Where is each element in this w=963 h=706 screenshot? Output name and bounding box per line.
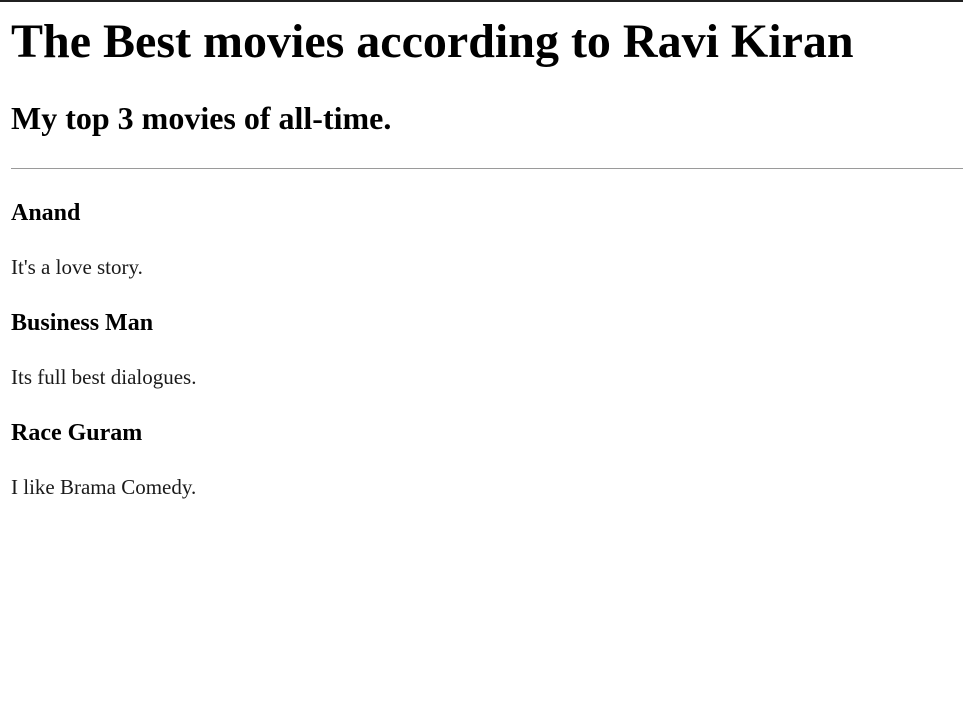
page: The Best movies according to Ravi Kiran … xyxy=(0,0,963,706)
movie-title: Race Guram xyxy=(11,420,143,446)
movie-description: I like Brama Comedy. xyxy=(11,475,197,499)
movie-item: Anand It's a love story. xyxy=(11,169,963,279)
movie-item: Race Guram I like Brama Comedy. xyxy=(11,389,963,499)
page-title: The Best movies according to Ravi Kiran xyxy=(11,15,854,68)
movie-list: Anand It's a love story. Business Man It… xyxy=(11,169,963,499)
movie-description: Its full best dialogues. xyxy=(11,365,197,389)
movie-title: Business Man xyxy=(11,310,154,336)
page-subtitle: My top 3 movies of all-time. xyxy=(11,100,392,136)
movie-description: It's a love story. xyxy=(11,255,143,279)
movie-title: Anand xyxy=(11,200,81,226)
movie-item: Business Man Its full best dialogues. xyxy=(11,279,963,389)
